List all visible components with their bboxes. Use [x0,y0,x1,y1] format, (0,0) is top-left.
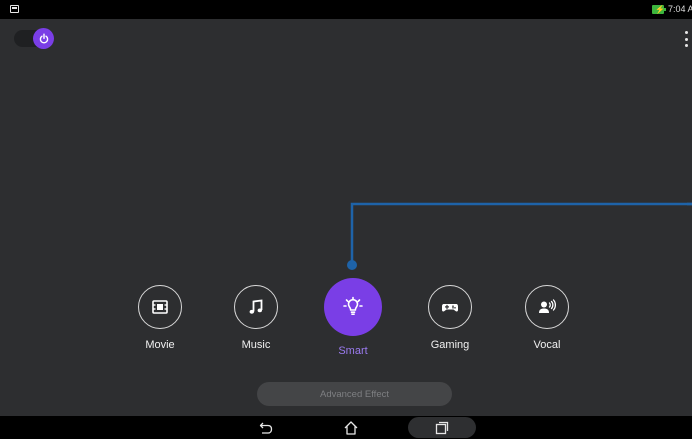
mode-label: Smart [338,345,368,357]
overflow-menu-icon[interactable] [680,31,692,47]
audio-wizard-screen: Movie Music Smart Gaming Vocal Advanced … [0,19,692,416]
mode-gaming-button[interactable] [428,285,472,329]
status-time: 7:04 AM [668,4,692,14]
mode-smart[interactable]: Smart [313,271,393,361]
notification-icon [10,5,19,13]
film-icon [152,300,168,314]
advanced-effect-button[interactable]: Advanced Effect [257,382,452,406]
mode-movie[interactable]: Movie [120,271,200,361]
person-voice-icon [539,299,557,313]
mode-gaming[interactable]: Gaming [410,271,490,361]
mode-music-button[interactable] [234,285,278,329]
lightbulb-icon [343,296,363,316]
mode-vocal-button[interactable] [525,285,569,329]
mode-vocal[interactable]: Vocal [507,271,587,361]
recents-icon [435,421,449,434]
recents-button[interactable] [408,417,476,438]
power-icon[interactable] [33,28,54,49]
back-icon[interactable] [257,419,275,436]
power-toggle[interactable] [14,28,54,49]
mode-movie-button[interactable] [138,285,182,329]
navigation-bar [0,416,692,439]
battery-charging-icon: ⚡ [652,5,666,14]
mode-label: Movie [145,339,175,351]
mode-label: Music [241,339,271,351]
music-note-icon [249,299,263,314]
mode-label: Vocal [533,339,561,351]
mode-label: Gaming [430,339,470,351]
home-icon[interactable] [342,419,360,436]
mode-music[interactable]: Music [216,271,296,361]
mode-smart-button[interactable] [324,278,382,336]
gamepad-icon [442,304,458,312]
status-bar: ⚡ 7:04 AM [0,0,692,19]
